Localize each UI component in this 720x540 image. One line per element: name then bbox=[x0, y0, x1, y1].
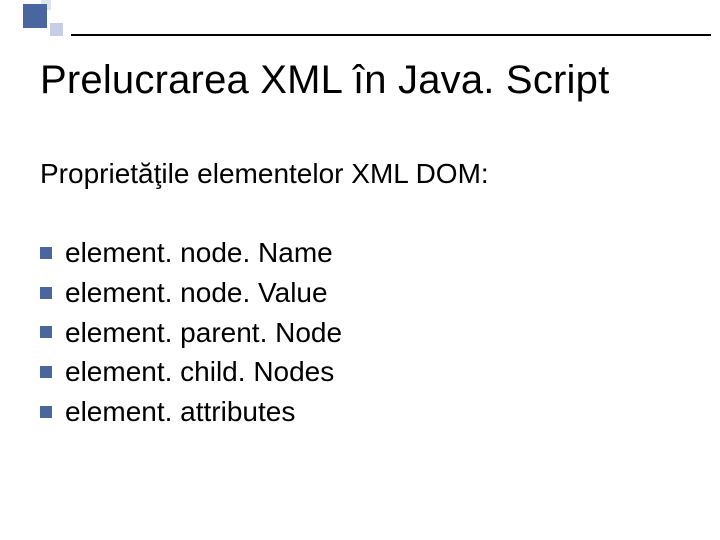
list-item: element. child. Nodes bbox=[40, 353, 342, 391]
list-item-label: element. attributes bbox=[65, 393, 295, 431]
list-item-label: element. node. Value bbox=[65, 274, 328, 312]
decor-square-large bbox=[23, 4, 47, 28]
slide: Prelucrarea XML în Java. Script Propriet… bbox=[0, 0, 720, 540]
bullet-icon bbox=[40, 366, 52, 378]
header-rule bbox=[71, 34, 711, 36]
slide-title: Prelucrarea XML în Java. Script bbox=[40, 58, 609, 103]
list-item-label: element. node. Name bbox=[65, 234, 333, 272]
list-item: element. parent. Node bbox=[40, 314, 342, 352]
list-item-label: element. child. Nodes bbox=[65, 353, 334, 391]
property-list: element. node. Name element. node. Value… bbox=[40, 234, 342, 433]
list-item-label: element. parent. Node bbox=[65, 314, 342, 352]
bullet-icon bbox=[40, 247, 52, 259]
bullet-icon bbox=[40, 326, 52, 338]
header-decoration bbox=[0, 0, 720, 42]
list-item: element. node. Name bbox=[40, 234, 342, 272]
bullet-icon bbox=[40, 406, 52, 418]
decor-square-medium bbox=[50, 23, 63, 36]
bullet-icon bbox=[40, 287, 52, 299]
list-item: element. node. Value bbox=[40, 274, 342, 312]
list-item: element. attributes bbox=[40, 393, 342, 431]
slide-subtitle: Proprietăţile elementelor XML DOM: bbox=[40, 158, 489, 190]
